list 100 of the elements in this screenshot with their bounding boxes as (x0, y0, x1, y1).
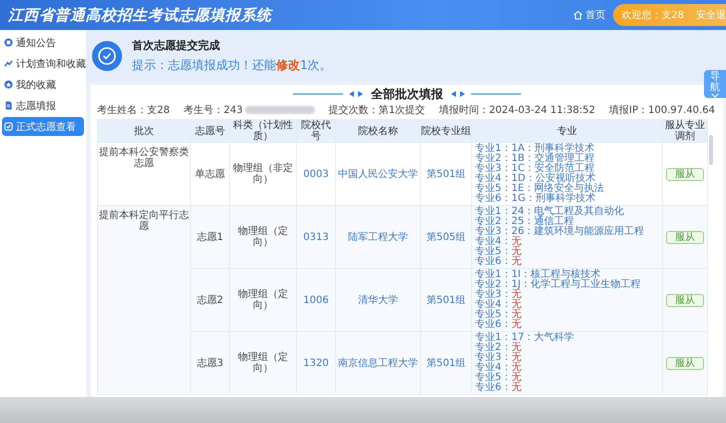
major-label: 专业4： (475, 236, 512, 247)
major-label: 专业1： (475, 206, 512, 217)
title-decoration (451, 90, 521, 98)
chevron-icon (711, 92, 719, 98)
column-header: 科类（计划性质） (230, 120, 296, 142)
major-name: 1B：交通管理工程 (511, 153, 595, 164)
major-label: 专业1： (475, 269, 512, 280)
table-cell: 物理组（定向） (238, 289, 288, 311)
major-label: 专业6： (475, 319, 512, 330)
major-label: 专业3： (475, 226, 512, 237)
major-name: 无 (511, 289, 522, 300)
major-label: 专业5： (475, 246, 512, 257)
table-cell: 0003 (303, 168, 329, 180)
app-title: 江西省普通高校招生考试志愿填报系统 (8, 6, 272, 24)
table-cell: 提前本科定向平行志愿 (99, 210, 189, 232)
star-icon (4, 80, 13, 89)
table-cell: 志愿3 (196, 358, 224, 368)
major-name: 1J：化学工程与工业生物工程 (511, 279, 641, 290)
table-cell: 清华大学 (358, 294, 398, 306)
table-cell: 1320 (303, 358, 329, 368)
home-link[interactable]: 首页 (573, 8, 606, 22)
trend-line-icon (4, 59, 13, 68)
major-name: 无 (511, 382, 522, 393)
major-name: 无 (511, 342, 522, 353)
table-cell: 物理组（非定向） (233, 163, 293, 185)
major-label: 专业2： (475, 153, 512, 164)
table-cell: 中国人民公安大学 (338, 168, 418, 180)
table-cell: 第505组 (426, 232, 466, 242)
major-name: 无 (511, 309, 522, 320)
column-header: 院校代号 (296, 120, 336, 142)
adjust-tag: 服从 (666, 356, 704, 370)
sidebar-item[interactable]: 我的收藏 (0, 75, 86, 94)
major-label: 专业1： (475, 332, 512, 343)
column-header: 批次 (98, 120, 190, 142)
major-label: 专业6： (475, 256, 512, 267)
table-cell: 志愿1 (196, 232, 224, 242)
adjust-tag: 服从 (666, 168, 704, 180)
major-label: 专业6： (475, 382, 512, 393)
table-cell: 提前本科公安警察类志愿 (99, 147, 189, 169)
major-label: 专业5： (475, 372, 512, 383)
major-name: 无 (511, 352, 522, 363)
major-name: 无 (511, 362, 522, 373)
column-header: 专业 (472, 120, 662, 142)
major-name: 1G：刑事科学技术 (511, 193, 596, 204)
section-title: 全部批次填报 (371, 86, 443, 102)
major-label: 专业2： (475, 279, 512, 290)
column-header: 院校名称 (336, 120, 420, 142)
sidebar-item[interactable]: 正式志愿查看 (2, 117, 84, 136)
square-dot-icon (4, 38, 13, 47)
table-cell: 物理组（定向） (238, 226, 288, 248)
major-label: 专业4： (475, 362, 512, 373)
checkbox-icon (4, 122, 13, 131)
sidebar-item[interactable]: 计划查询和收藏 (0, 54, 86, 73)
major-label: 专业5： (475, 183, 512, 194)
major-label: 专业3： (475, 163, 512, 174)
column-header: 志愿号 (190, 120, 230, 142)
major-label: 专业1： (475, 143, 512, 154)
column-header: 服从专业调剂 (662, 120, 708, 142)
table-cell: 1006 (303, 294, 329, 306)
major-name: 无 (511, 372, 522, 383)
adjust-tag: 服从 (666, 230, 704, 244)
info-text: 填报IP：100.97.40.64 (609, 104, 715, 117)
table-cell: 南京信息工程大学 (338, 358, 418, 368)
adjust-tag: 服从 (666, 294, 704, 306)
major-name: 无 (511, 319, 522, 330)
major-name: 25：通信工程 (511, 216, 574, 227)
major-name: 26：建筑环境与能源应用工程 (511, 226, 644, 237)
banner-message: 提示：志愿填报成功！还能修改1次。 (132, 57, 332, 74)
major-label: 专业2： (475, 342, 512, 353)
major-name: 17：大气科学 (511, 332, 574, 343)
table-cell: 物理组（定向） (238, 352, 288, 374)
major-label: 专业6： (475, 193, 512, 204)
major-label: 专业3： (475, 289, 512, 300)
sidebar-item[interactable]: 志愿填报 (0, 96, 86, 115)
banner-title: 首次志愿提交完成 (132, 38, 221, 53)
table-cell: 单志愿 (195, 168, 225, 180)
column-header: 院校专业组 (420, 120, 472, 142)
title-decoration (293, 90, 363, 98)
table-cell: 第501组 (426, 294, 466, 306)
info-text: 考生号：243 (184, 104, 243, 117)
check-icon (92, 41, 122, 71)
major-label: 专业4： (475, 173, 512, 184)
home-icon (573, 10, 584, 20)
table-cell: 志愿2 (196, 294, 224, 306)
table-cell: 0313 (303, 232, 329, 242)
info-text: 考生姓名：支28 (97, 104, 170, 117)
major-name: 24：电气工程及其自动化 (511, 206, 624, 217)
major-name: 1E：网络安全与执法 (511, 183, 604, 194)
major-label: 专业3： (475, 352, 512, 363)
welcome-text: 欢迎您：支28 (621, 8, 684, 22)
sidebar-item[interactable]: 通知公告 (0, 33, 86, 52)
major-label: 专业2： (475, 216, 512, 227)
major-name: 1A：刑事科学技术 (511, 143, 595, 154)
table-cell: 第501组 (426, 168, 466, 180)
major-name: 1C：安全防范工程 (511, 163, 595, 174)
major-name: 无 (511, 299, 522, 310)
document-icon (4, 101, 13, 110)
table-cell: 第501组 (426, 358, 466, 368)
major-name: 无 (511, 236, 522, 247)
major-label: 专业4： (475, 299, 512, 310)
